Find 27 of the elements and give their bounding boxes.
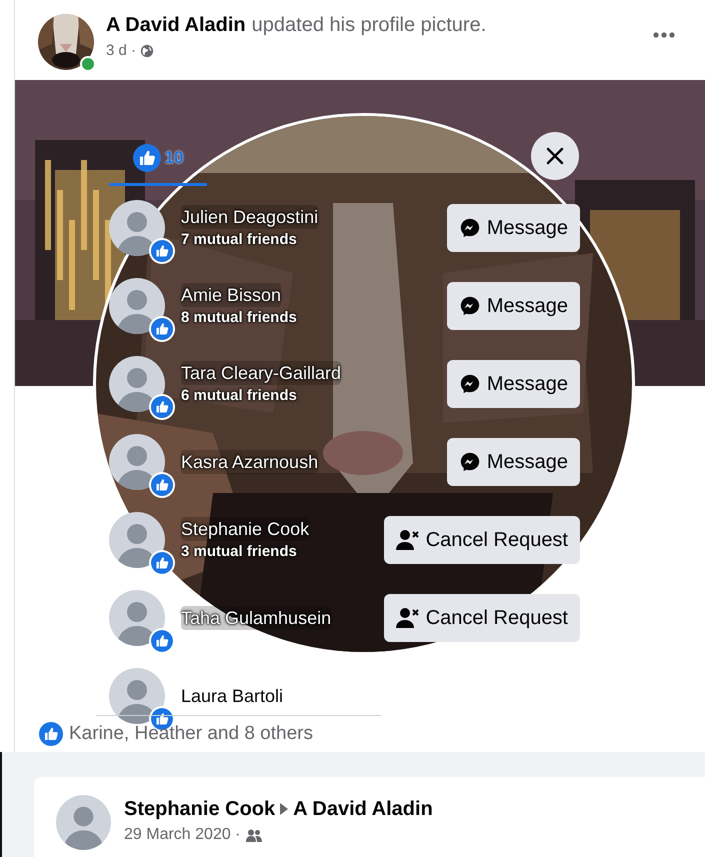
like-icon bbox=[151, 474, 173, 496]
likes-summary[interactable]: Karine, Heather and 8 others bbox=[69, 720, 313, 748]
author-name[interactable]: A David Aladin bbox=[106, 12, 246, 38]
people-icon bbox=[246, 828, 262, 842]
like-icon bbox=[151, 396, 173, 418]
mutual-friends-count[interactable]: 3 mutual friends bbox=[181, 541, 384, 563]
author-name[interactable]: Stephanie Cook bbox=[124, 794, 276, 824]
person-name[interactable]: Stephanie Cook bbox=[181, 517, 310, 541]
person-name[interactable]: Kasra Azarnoush bbox=[181, 450, 318, 474]
profile-name[interactable]: A David Aladin bbox=[293, 794, 433, 824]
person-cross-icon bbox=[396, 529, 420, 551]
like-icon bbox=[151, 552, 173, 574]
triangle-icon bbox=[280, 803, 288, 815]
cancel-request-button[interactable]: Cancel Request bbox=[384, 516, 580, 564]
like-icon bbox=[39, 722, 63, 746]
message-button[interactable]: Message bbox=[446, 438, 580, 486]
globe-icon bbox=[140, 44, 154, 58]
post-action-text: updated his profile picture. bbox=[252, 13, 486, 38]
cancel-request-button[interactable]: Cancel Request bbox=[384, 594, 580, 642]
messenger-icon bbox=[458, 451, 481, 473]
person-name[interactable]: Laura Bartoli bbox=[181, 684, 284, 708]
like-icon bbox=[151, 630, 173, 652]
post-date[interactable]: 29 March 2020 · bbox=[124, 823, 241, 847]
more-icon bbox=[653, 32, 675, 38]
person-cross-icon bbox=[396, 607, 420, 629]
post-time[interactable]: 3 d · bbox=[106, 40, 136, 62]
mutual-friends-count[interactable]: 6 mutual friends bbox=[181, 385, 447, 407]
